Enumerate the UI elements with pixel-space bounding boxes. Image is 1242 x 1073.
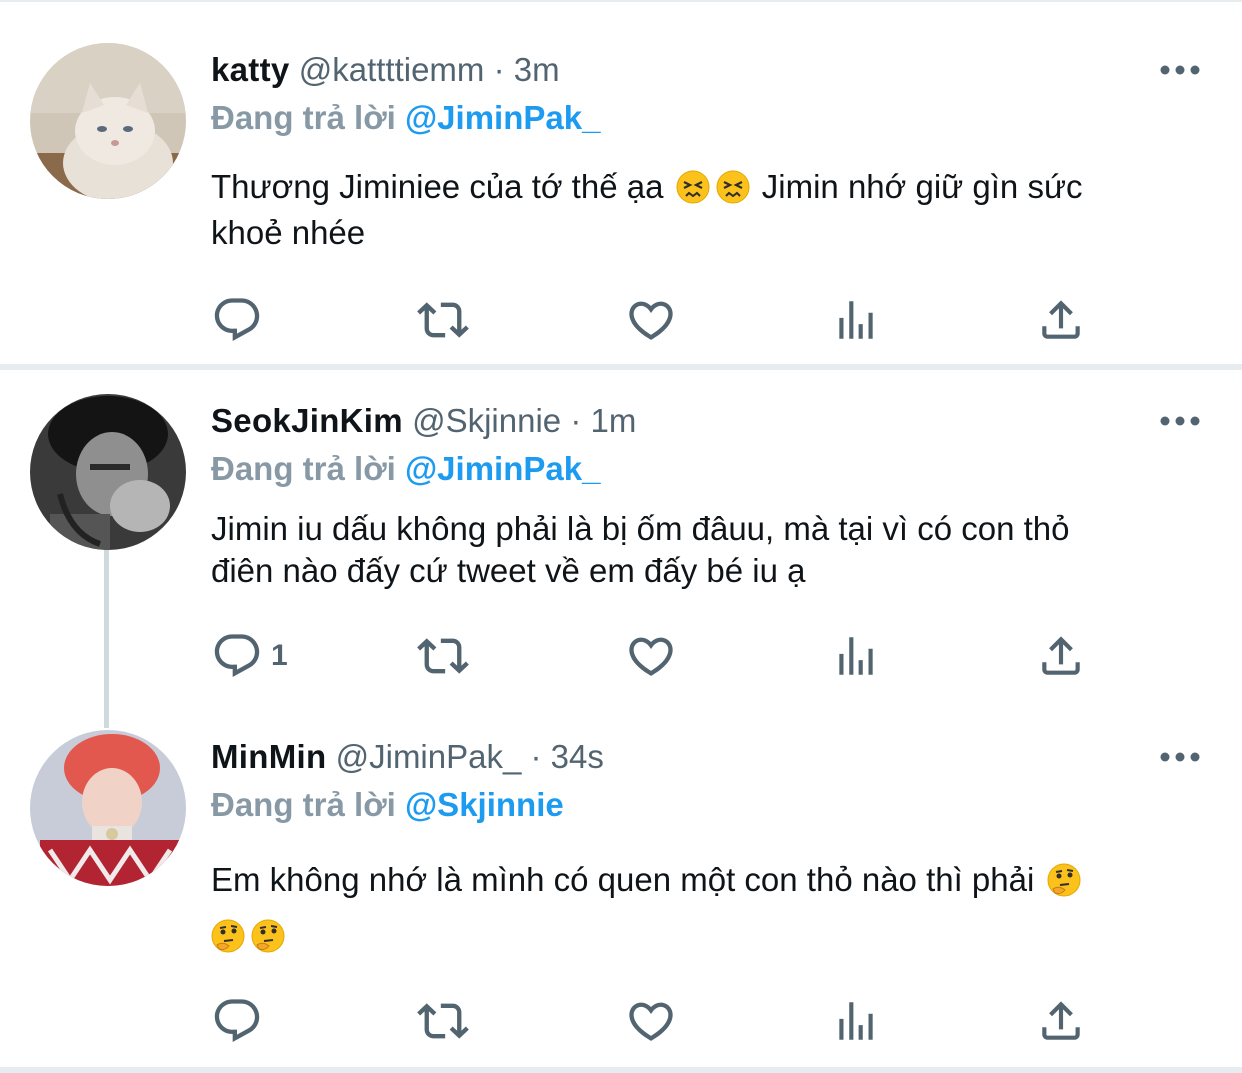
analytics-button[interactable] bbox=[831, 294, 881, 346]
more-icon[interactable] bbox=[1158, 60, 1202, 80]
reply-button[interactable]: 1 bbox=[211, 630, 288, 682]
timestamp[interactable]: · 3m bbox=[494, 51, 560, 88]
analytics-icon bbox=[839, 1002, 873, 1040]
replying-to: Đang trả lời @Skjinnie bbox=[211, 783, 564, 827]
reply-count: 1 bbox=[271, 639, 288, 672]
tweet-text-line: Thương Jiminiee của tớ thế ạa Jimin nhớ … bbox=[211, 164, 1211, 210]
user-handle[interactable]: @kattttiemm bbox=[299, 51, 485, 88]
tweet-actions bbox=[211, 995, 1111, 1047]
reply-icon bbox=[214, 298, 260, 342]
share-icon bbox=[1042, 300, 1080, 339]
analytics-icon bbox=[839, 301, 873, 339]
like-button[interactable] bbox=[625, 630, 677, 682]
analytics-icon bbox=[839, 637, 873, 675]
replying-to: Đang trả lời @JiminPak_ bbox=[211, 96, 600, 140]
display-name[interactable]: SeokJinKim bbox=[211, 402, 403, 439]
tweet-text: Em không nhớ là mình có quen một con thỏ… bbox=[211, 852, 1211, 964]
tweet-text: Jimin iu dấu không phải là bị ốm đâuu, m… bbox=[211, 508, 1211, 592]
reply-button[interactable] bbox=[211, 995, 271, 1047]
like-icon bbox=[629, 301, 673, 340]
replying-to-handle[interactable]: @JiminPak_ bbox=[405, 99, 600, 136]
share-icon bbox=[1042, 1001, 1080, 1040]
share-button[interactable] bbox=[1036, 630, 1086, 682]
display-name[interactable]: katty bbox=[211, 51, 290, 88]
replying-to: Đang trả lời @JiminPak_ bbox=[211, 447, 600, 491]
separator bbox=[0, 1067, 1242, 1073]
tweet-text-line bbox=[211, 908, 1211, 964]
separator bbox=[0, 364, 1242, 370]
user-handle[interactable]: @JiminPak_ bbox=[336, 738, 522, 775]
replying-to-label: Đang trả lời bbox=[211, 786, 396, 823]
like-button[interactable] bbox=[625, 294, 677, 346]
tweet-text-line: khoẻ nhée bbox=[211, 214, 366, 251]
avatar-minmin[interactable] bbox=[30, 730, 186, 886]
retweet-icon bbox=[417, 1003, 469, 1039]
tweet-actions: 1 bbox=[211, 630, 1111, 682]
retweet-icon bbox=[417, 302, 469, 338]
replying-to-handle[interactable]: @JiminPak_ bbox=[405, 450, 600, 487]
persevering-face-icon bbox=[716, 170, 750, 204]
replying-to-label: Đang trả lời bbox=[211, 99, 396, 136]
reply-icon bbox=[214, 999, 260, 1043]
tweet-text: Thương Jiminiee của tớ thế ạa Jimin nhớ … bbox=[211, 164, 1211, 256]
separator-top bbox=[0, 0, 1242, 2]
analytics-button[interactable] bbox=[831, 995, 881, 1047]
thinking-face-icon bbox=[251, 919, 285, 953]
replying-to-label: Đang trả lời bbox=[211, 450, 396, 487]
thinking-face-icon bbox=[211, 919, 245, 953]
tweet-actions bbox=[211, 294, 1111, 346]
timestamp[interactable]: · 34s bbox=[531, 738, 604, 775]
retweet-button[interactable] bbox=[415, 294, 471, 346]
more-icon[interactable] bbox=[1158, 747, 1202, 767]
replying-to-handle[interactable]: @Skjinnie bbox=[405, 786, 564, 823]
reply-icon bbox=[214, 634, 260, 678]
like-button[interactable] bbox=[625, 995, 677, 1047]
analytics-button[interactable] bbox=[831, 630, 881, 682]
avatar-katty[interactable] bbox=[30, 43, 186, 199]
avatar-seokjinkim[interactable] bbox=[30, 394, 186, 550]
persevering-face-icon bbox=[676, 170, 710, 204]
like-icon bbox=[629, 637, 673, 676]
thinking-face-icon bbox=[1047, 863, 1080, 897]
tweet-text-line: điên nào đấy cứ tweet về em đấy bé iu ạ bbox=[211, 552, 806, 589]
user-handle[interactable]: @Skjinnie bbox=[412, 402, 561, 439]
tweet-text-part: Thương Jiminiee của tớ thế ạa bbox=[211, 168, 664, 205]
share-icon bbox=[1042, 636, 1080, 675]
tweet-text-line: Em không nhớ là mình có quen một con thỏ… bbox=[211, 852, 1211, 908]
retweet-button[interactable] bbox=[415, 630, 471, 682]
tweet-header: SeokJinKim @Skjinnie · 1m bbox=[211, 399, 636, 443]
thread-line bbox=[104, 548, 109, 728]
share-button[interactable] bbox=[1036, 294, 1086, 346]
timestamp[interactable]: · 1m bbox=[570, 402, 636, 439]
more-icon[interactable] bbox=[1158, 411, 1202, 431]
tweet-header: MinMin @JiminPak_ · 34s bbox=[211, 735, 604, 779]
retweet-icon bbox=[417, 638, 469, 674]
tweet-text-line: Jimin iu dấu không phải là bị ốm đâuu, m… bbox=[211, 510, 1070, 547]
tweet-text-part: Jimin nhớ giữ gìn sức bbox=[761, 168, 1083, 205]
tweet-text-part: Em không nhớ là mình có quen một con thỏ… bbox=[211, 861, 1035, 898]
reply-button[interactable] bbox=[211, 294, 271, 346]
share-button[interactable] bbox=[1036, 995, 1086, 1047]
like-icon bbox=[629, 1002, 673, 1041]
tweet-header: katty @kattttiemm · 3m bbox=[211, 48, 560, 92]
display-name[interactable]: MinMin bbox=[211, 738, 326, 775]
retweet-button[interactable] bbox=[415, 995, 471, 1047]
